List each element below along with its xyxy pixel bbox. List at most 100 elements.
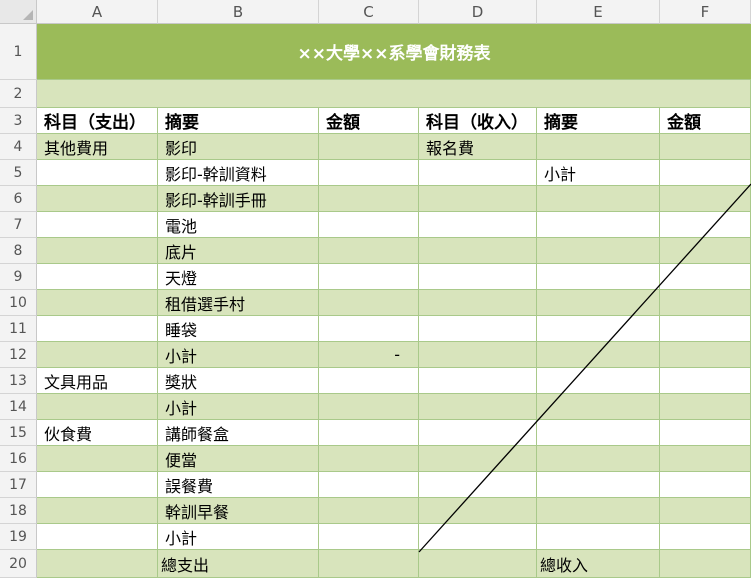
cell-d9[interactable] — [419, 264, 537, 290]
column-header-f[interactable]: F — [660, 0, 751, 24]
cell-b6[interactable]: 影印-幹訓手冊 — [158, 186, 319, 212]
cell-f3[interactable]: 金額 — [660, 108, 751, 134]
row-header-6[interactable]: 6 — [0, 186, 37, 212]
cell-a3[interactable]: 科目（支出） — [37, 108, 158, 134]
cell-c19[interactable] — [319, 524, 419, 550]
cell-c17[interactable] — [319, 472, 419, 498]
cell-a9[interactable] — [37, 264, 158, 290]
row-header-15[interactable]: 15 — [0, 420, 37, 446]
cell-c15[interactable] — [319, 420, 419, 446]
cell-b5[interactable]: 影印-幹訓資料 — [158, 160, 319, 186]
cell-e11[interactable] — [537, 316, 660, 342]
cell-f8[interactable] — [660, 238, 751, 264]
row-header-5[interactable]: 5 — [0, 160, 37, 186]
cell-f5[interactable] — [660, 160, 751, 186]
cell-a6[interactable] — [37, 186, 158, 212]
cell-b16[interactable]: 便當 — [158, 446, 319, 472]
row-header-19[interactable]: 19 — [0, 524, 37, 550]
cell-e5[interactable]: 小計 — [537, 160, 660, 186]
cell-f4[interactable] — [660, 134, 751, 160]
row-header-9[interactable]: 9 — [0, 264, 37, 290]
select-all-corner[interactable] — [0, 0, 37, 24]
cell-c16[interactable] — [319, 446, 419, 472]
row-header-14[interactable]: 14 — [0, 394, 37, 420]
cell-a4[interactable]: 其他費用 — [37, 134, 158, 160]
cell-d5[interactable] — [419, 160, 537, 186]
cell-e4[interactable] — [537, 134, 660, 160]
cell-d12[interactable] — [419, 342, 537, 368]
cell-f15[interactable] — [660, 420, 751, 446]
column-header-c[interactable]: C — [319, 0, 419, 24]
column-header-d[interactable]: D — [419, 0, 537, 24]
cell-e13[interactable] — [537, 368, 660, 394]
cell-c5[interactable] — [319, 160, 419, 186]
cell-c7[interactable] — [319, 212, 419, 238]
row-header-10[interactable]: 10 — [0, 290, 37, 316]
cell-a10[interactable] — [37, 290, 158, 316]
cell-f16[interactable] — [660, 446, 751, 472]
cell-b17[interactable]: 誤餐費 — [158, 472, 319, 498]
cell-f6[interactable] — [660, 186, 751, 212]
title-cell-a1[interactable]: ××大學××系學會財務表 — [37, 24, 751, 80]
cell-c14[interactable] — [319, 394, 419, 420]
row-header-13[interactable]: 13 — [0, 368, 37, 394]
cell-f19[interactable] — [660, 524, 751, 550]
cell-c12[interactable]: - — [319, 342, 419, 368]
cell-c18[interactable] — [319, 498, 419, 524]
row-header-12[interactable]: 12 — [0, 342, 37, 368]
cell-e6[interactable] — [537, 186, 660, 212]
cell-f12[interactable] — [660, 342, 751, 368]
cell-e17[interactable] — [537, 472, 660, 498]
cell-e20[interactable]: 總收入 — [537, 550, 660, 578]
cell-e9[interactable] — [537, 264, 660, 290]
column-header-b[interactable]: B — [158, 0, 319, 24]
cell-e14[interactable] — [537, 394, 660, 420]
cell-f20[interactable] — [660, 550, 751, 578]
cell-d8[interactable] — [419, 238, 537, 264]
cell-a20[interactable] — [37, 550, 158, 578]
cell-row-2[interactable] — [37, 80, 751, 108]
cell-c3[interactable]: 金額 — [319, 108, 419, 134]
cell-b3[interactable]: 摘要 — [158, 108, 319, 134]
row-header-8[interactable]: 8 — [0, 238, 37, 264]
cell-f10[interactable] — [660, 290, 751, 316]
cell-b15[interactable]: 講師餐盒 — [158, 420, 319, 446]
row-header-4[interactable]: 4 — [0, 134, 37, 160]
cell-d6[interactable] — [419, 186, 537, 212]
cell-c4[interactable] — [319, 134, 419, 160]
cell-c10[interactable] — [319, 290, 419, 316]
cell-d16[interactable] — [419, 446, 537, 472]
cell-b19[interactable]: 小計 — [158, 524, 319, 550]
cell-d13[interactable] — [419, 368, 537, 394]
cell-a12[interactable] — [37, 342, 158, 368]
cell-a16[interactable] — [37, 446, 158, 472]
row-header-18[interactable]: 18 — [0, 498, 37, 524]
cell-d10[interactable] — [419, 290, 537, 316]
cell-c11[interactable] — [319, 316, 419, 342]
cell-a18[interactable] — [37, 498, 158, 524]
cell-d4[interactable]: 報名費 — [419, 134, 537, 160]
row-header-20[interactable]: 20 — [0, 550, 37, 578]
cell-d3[interactable]: 科目（收入） — [419, 108, 537, 134]
cell-c8[interactable] — [319, 238, 419, 264]
cell-f9[interactable] — [660, 264, 751, 290]
cell-c9[interactable] — [319, 264, 419, 290]
cell-a19[interactable] — [37, 524, 158, 550]
cell-a15[interactable]: 伙食費 — [37, 420, 158, 446]
cell-f17[interactable] — [660, 472, 751, 498]
cell-e18[interactable] — [537, 498, 660, 524]
cell-d20[interactable] — [419, 550, 537, 578]
cell-b11[interactable]: 睡袋 — [158, 316, 319, 342]
cell-b4[interactable]: 影印 — [158, 134, 319, 160]
cell-a14[interactable] — [37, 394, 158, 420]
row-header-17[interactable]: 17 — [0, 472, 37, 498]
cell-d11[interactable] — [419, 316, 537, 342]
cell-b12[interactable]: 小計 — [158, 342, 319, 368]
cell-b18[interactable]: 幹訓早餐 — [158, 498, 319, 524]
cell-b20[interactable]: 總支出 — [158, 550, 319, 578]
column-header-e[interactable]: E — [537, 0, 660, 24]
cell-b9[interactable]: 天燈 — [158, 264, 319, 290]
cell-c20[interactable] — [319, 550, 419, 578]
cell-e10[interactable] — [537, 290, 660, 316]
cell-b10[interactable]: 租借選手村 — [158, 290, 319, 316]
